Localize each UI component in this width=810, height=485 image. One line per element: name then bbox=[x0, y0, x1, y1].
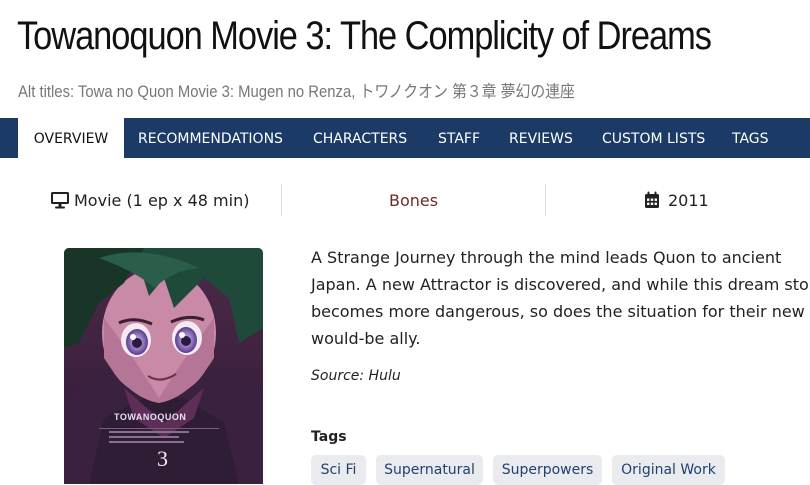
poster-logo: TOWANOQUON bbox=[114, 412, 186, 422]
poster-number: 3 bbox=[157, 446, 168, 471]
monitor-icon bbox=[51, 192, 69, 209]
tag-supernatural[interactable]: Supernatural bbox=[376, 455, 483, 485]
tab-tags[interactable]: TAGS bbox=[732, 118, 769, 158]
nav-bar: OVERVIEW RECOMMENDATIONS CHARACTERS STAF… bbox=[0, 118, 810, 158]
tab-staff[interactable]: STAFF bbox=[438, 118, 480, 158]
tab-custom-lists[interactable]: CUSTOM LISTS bbox=[602, 118, 705, 158]
synopsis-line: would-be ally. bbox=[311, 329, 421, 348]
tab-reviews[interactable]: REVIEWS bbox=[509, 118, 573, 158]
tab-characters[interactable]: CHARACTERS bbox=[313, 118, 407, 158]
tag-original-work[interactable]: Original Work bbox=[612, 455, 725, 485]
alt-titles-values: Towa no Quon Movie 3: Mugen no Renza, bbox=[77, 83, 356, 101]
poster-image[interactable]: TOWANOQUON 3 bbox=[64, 248, 263, 484]
tab-overview[interactable]: OVERVIEW bbox=[18, 118, 124, 158]
release-year-label: 2011 bbox=[668, 191, 709, 210]
alt-titles: Alt titles: Towa no Quon Movie 3: Mugen … bbox=[18, 78, 575, 102]
tab-recommendations[interactable]: RECOMMENDATIONS bbox=[138, 118, 283, 158]
tag-superpowers[interactable]: Superpowers bbox=[493, 455, 602, 485]
alt-titles-japanese: トワノクオン 第３章 夢幻の連座 bbox=[359, 83, 575, 101]
synopsis-line: becomes more dangerous, so does the situ… bbox=[311, 302, 805, 321]
tag-sci-fi[interactable]: Sci Fi bbox=[311, 455, 366, 485]
meta-divider bbox=[281, 184, 282, 216]
alt-titles-label: Alt titles: bbox=[18, 83, 75, 101]
meta-divider bbox=[545, 184, 546, 216]
page-title: Towanoquon Movie 3: The Complicity of Dr… bbox=[17, 14, 712, 58]
studio-link[interactable]: Bones bbox=[389, 186, 438, 216]
media-type: Movie (1 ep x 48 min) bbox=[50, 186, 249, 216]
media-type-label: Movie (1 ep x 48 min) bbox=[74, 191, 250, 210]
release-year: 2011 bbox=[644, 186, 709, 216]
tags-heading: Tags bbox=[311, 429, 347, 445]
synopsis-line: A Strange Journey through the mind leads… bbox=[311, 248, 782, 267]
calendar-icon bbox=[645, 191, 659, 208]
poster-art: TOWANOQUON 3 bbox=[64, 248, 263, 484]
synopsis-source: Source: Hulu bbox=[311, 368, 401, 384]
synopsis-line: Japan. A new Attractor is discovered, an… bbox=[311, 275, 810, 294]
synopsis: A Strange Journey through the mind leads… bbox=[311, 244, 810, 352]
